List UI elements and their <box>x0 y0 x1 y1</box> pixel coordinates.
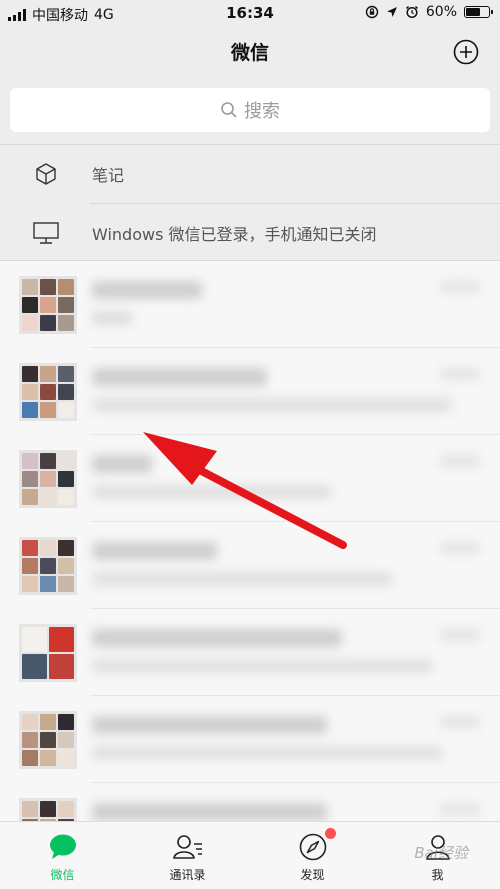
tab-label: 通讯录 <box>169 868 206 882</box>
chat-list <box>0 261 500 821</box>
tab-chats[interactable]: 微信 <box>0 822 125 889</box>
tab-label: 微信 <box>50 868 75 882</box>
chat-row[interactable] <box>0 609 500 696</box>
compass-icon <box>299 833 326 861</box>
location-icon <box>386 7 397 17</box>
tab-label: 我 <box>431 868 444 882</box>
alarm-icon <box>405 5 418 19</box>
group-avatar <box>19 798 77 821</box>
group-avatar <box>19 624 77 682</box>
chat-row[interactable] <box>0 261 500 348</box>
chat-preview-blurred <box>92 572 392 586</box>
windows-login-row[interactable]: Windows 微信已登录，手机通知已关闭 <box>0 204 500 262</box>
tab-label: 发现 <box>300 868 325 882</box>
notes-row[interactable]: 笔记 <box>0 145 500 203</box>
battery-percent: 60% <box>425 4 457 20</box>
chat-name-blurred <box>92 542 217 560</box>
tab-contacts[interactable]: 通讯录 <box>125 822 250 889</box>
chat-time-blurred <box>440 716 480 728</box>
chat-row[interactable] <box>0 348 500 435</box>
nav-bar: 微信 <box>0 28 500 76</box>
chat-name-blurred <box>92 629 342 647</box>
chat-row[interactable] <box>0 522 500 609</box>
group-avatar <box>19 276 77 334</box>
lock-rotation-icon <box>365 5 379 19</box>
status-right: 60% <box>365 4 493 20</box>
chat-time-blurred <box>440 281 480 293</box>
chat-time-blurred <box>440 542 480 554</box>
plus-circle-icon[interactable] <box>452 38 480 66</box>
windows-login-label: Windows 微信已登录，手机通知已关闭 <box>92 225 377 244</box>
chat-preview-blurred <box>92 659 432 673</box>
search-icon <box>221 102 237 118</box>
chat-name-blurred <box>92 368 267 386</box>
chat-bubble-icon <box>49 834 76 859</box>
chat-row[interactable] <box>0 696 500 783</box>
notes-label: 笔记 <box>92 166 125 185</box>
chat-time-blurred <box>440 455 480 467</box>
chat-time-blurred <box>440 368 480 380</box>
battery-icon <box>464 6 493 18</box>
group-avatar <box>19 537 77 595</box>
status-bar: 中国移动 4G 16:34 60% <box>0 0 500 28</box>
chat-preview-blurred <box>92 746 442 760</box>
chat-row[interactable] <box>0 435 500 522</box>
notification-dot <box>325 828 336 839</box>
chat-preview-blurred <box>92 311 132 325</box>
watermark: Bai经验 <box>414 844 468 862</box>
chat-preview-blurred <box>92 398 452 412</box>
cube-icon <box>36 163 56 185</box>
group-avatar <box>19 450 77 508</box>
chat-name-blurred <box>92 455 152 473</box>
search-input[interactable]: 搜索 <box>10 88 490 132</box>
search-placeholder: 搜索 <box>244 101 280 122</box>
chat-name-blurred <box>92 803 327 821</box>
chat-preview-blurred <box>92 485 332 499</box>
group-avatar <box>19 711 77 769</box>
monitor-icon <box>33 222 59 244</box>
chat-name-blurred <box>92 716 327 734</box>
page-title: 微信 <box>230 42 269 64</box>
chat-row[interactable] <box>0 783 500 821</box>
chat-time-blurred <box>440 629 480 641</box>
chat-name-blurred <box>92 281 202 299</box>
chat-time-blurred <box>440 803 480 815</box>
tab-discover[interactable]: 发现 <box>250 822 375 889</box>
contacts-icon <box>172 835 202 859</box>
group-avatar <box>19 363 77 421</box>
